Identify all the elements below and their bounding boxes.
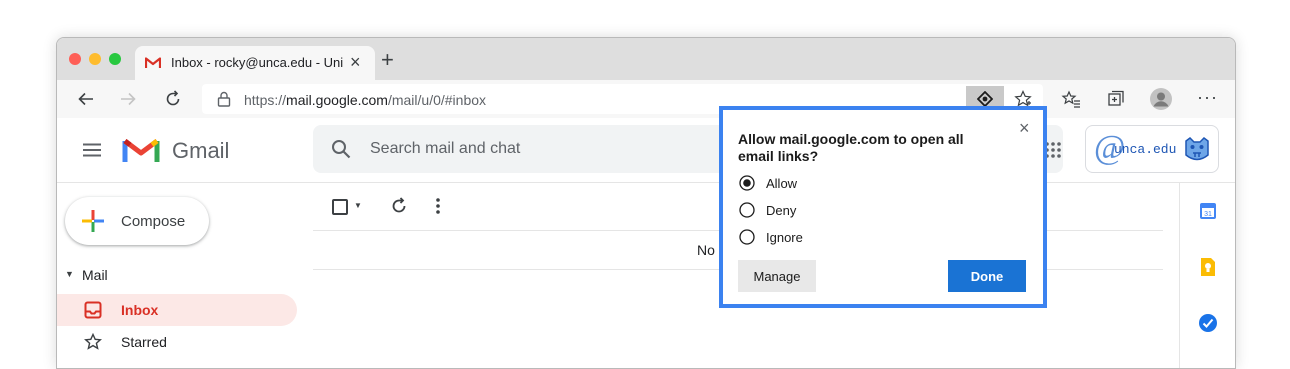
- close-window-button[interactable]: [69, 53, 81, 65]
- refresh-mail-icon[interactable]: [390, 197, 408, 215]
- settings-more-icon[interactable]: ···: [1197, 87, 1218, 108]
- protocol-handler-popup: Allow mail.google.com to open all email …: [719, 106, 1047, 308]
- manage-button[interactable]: Manage: [738, 260, 816, 292]
- organization-brand[interactable]: @ unca.edu: [1085, 125, 1219, 173]
- sidebar-item-inbox[interactable]: Inbox: [57, 294, 297, 326]
- compose-label: Compose: [121, 213, 186, 230]
- compose-button[interactable]: Compose: [65, 197, 209, 245]
- apps-grid-icon[interactable]: [1045, 142, 1061, 158]
- sidebar-item-label: Inbox: [121, 302, 159, 318]
- empty-inbox-message: No: [697, 242, 715, 258]
- gmail-favicon-icon: [145, 57, 161, 68]
- zoom-window-button[interactable]: [109, 53, 121, 65]
- tab-strip: Inbox - rocky@unca.edu - University of N…: [57, 38, 1235, 80]
- gmail-product-name[interactable]: Gmail: [172, 138, 229, 164]
- deny-radio[interactable]: [739, 202, 755, 218]
- tab-close-icon[interactable]: ×: [350, 52, 361, 73]
- allow-label[interactable]: Allow: [766, 176, 797, 191]
- more-options-icon[interactable]: [436, 198, 440, 214]
- allow-radio[interactable]: [739, 175, 755, 191]
- svg-text:31: 31: [1204, 211, 1212, 218]
- inbox-icon: [84, 301, 102, 319]
- browser-window: Inbox - rocky@unca.edu - University of N…: [56, 37, 1236, 369]
- collections-icon[interactable]: [1107, 90, 1125, 108]
- tab-inbox[interactable]: Inbox - rocky@unca.edu - University of N…: [135, 46, 375, 80]
- url-text[interactable]: https://mail.google.com/mail/u/0/#inbox: [244, 92, 486, 108]
- deny-label[interactable]: Deny: [766, 203, 796, 218]
- bulldog-mascot-icon: [1185, 137, 1209, 161]
- back-icon[interactable]: [77, 90, 95, 108]
- mail-section-toggle[interactable]: ▼ Mail: [65, 266, 185, 286]
- new-tab-button[interactable]: +: [381, 47, 394, 73]
- minimize-window-button[interactable]: [89, 53, 101, 65]
- ignore-radio[interactable]: [739, 229, 755, 245]
- sidebar: Compose ▼ Mail Inbox Starred: [57, 183, 307, 368]
- profile-avatar-icon[interactable]: [1150, 88, 1172, 110]
- tab-title: Inbox - rocky@unca.edu - University of N…: [171, 55, 343, 70]
- brand-text: unca.edu: [1114, 142, 1177, 157]
- search-input[interactable]: Search mail and chat: [370, 140, 520, 158]
- gmail-header: Gmail Search mail and chat @ unca.edu: [57, 118, 1235, 183]
- refresh-icon[interactable]: [164, 90, 182, 108]
- star-icon: [84, 333, 102, 350]
- url-protocol: https://: [244, 92, 287, 108]
- done-button[interactable]: Done: [948, 260, 1026, 292]
- address-toolbar: https://mail.google.com/mail/u/0/#inbox: [57, 80, 1235, 119]
- ignore-label[interactable]: Ignore: [766, 230, 803, 245]
- sidebar-item-starred[interactable]: Starred: [57, 327, 297, 359]
- select-all-checkbox[interactable]: [332, 199, 348, 215]
- popup-close-icon[interactable]: ×: [1019, 118, 1030, 139]
- protocol-handler-icon: [977, 91, 993, 107]
- mail-section-label: Mail: [82, 267, 108, 283]
- favorites-icon[interactable]: [1061, 90, 1081, 108]
- sidebar-item-label: Starred: [121, 334, 167, 350]
- tasks-icon[interactable]: [1198, 313, 1218, 333]
- collapse-caret-icon: ▼: [65, 269, 74, 279]
- side-panel: 31: [1179, 183, 1235, 368]
- url-path: /mail/u/0/#inbox: [387, 92, 487, 108]
- forward-icon[interactable]: [119, 90, 137, 108]
- main-menu-icon[interactable]: [82, 143, 102, 157]
- select-dropdown-icon[interactable]: ▼: [354, 201, 362, 210]
- search-icon[interactable]: [331, 139, 351, 159]
- calendar-icon[interactable]: 31: [1199, 202, 1217, 220]
- keep-icon[interactable]: [1200, 257, 1216, 277]
- compose-plus-icon: [82, 210, 104, 232]
- popup-title: Allow mail.google.com to open all email …: [738, 131, 964, 164]
- lock-icon[interactable]: [217, 91, 231, 107]
- url-host: mail.google.com: [286, 92, 388, 108]
- gmail-logo-icon[interactable]: [122, 136, 160, 164]
